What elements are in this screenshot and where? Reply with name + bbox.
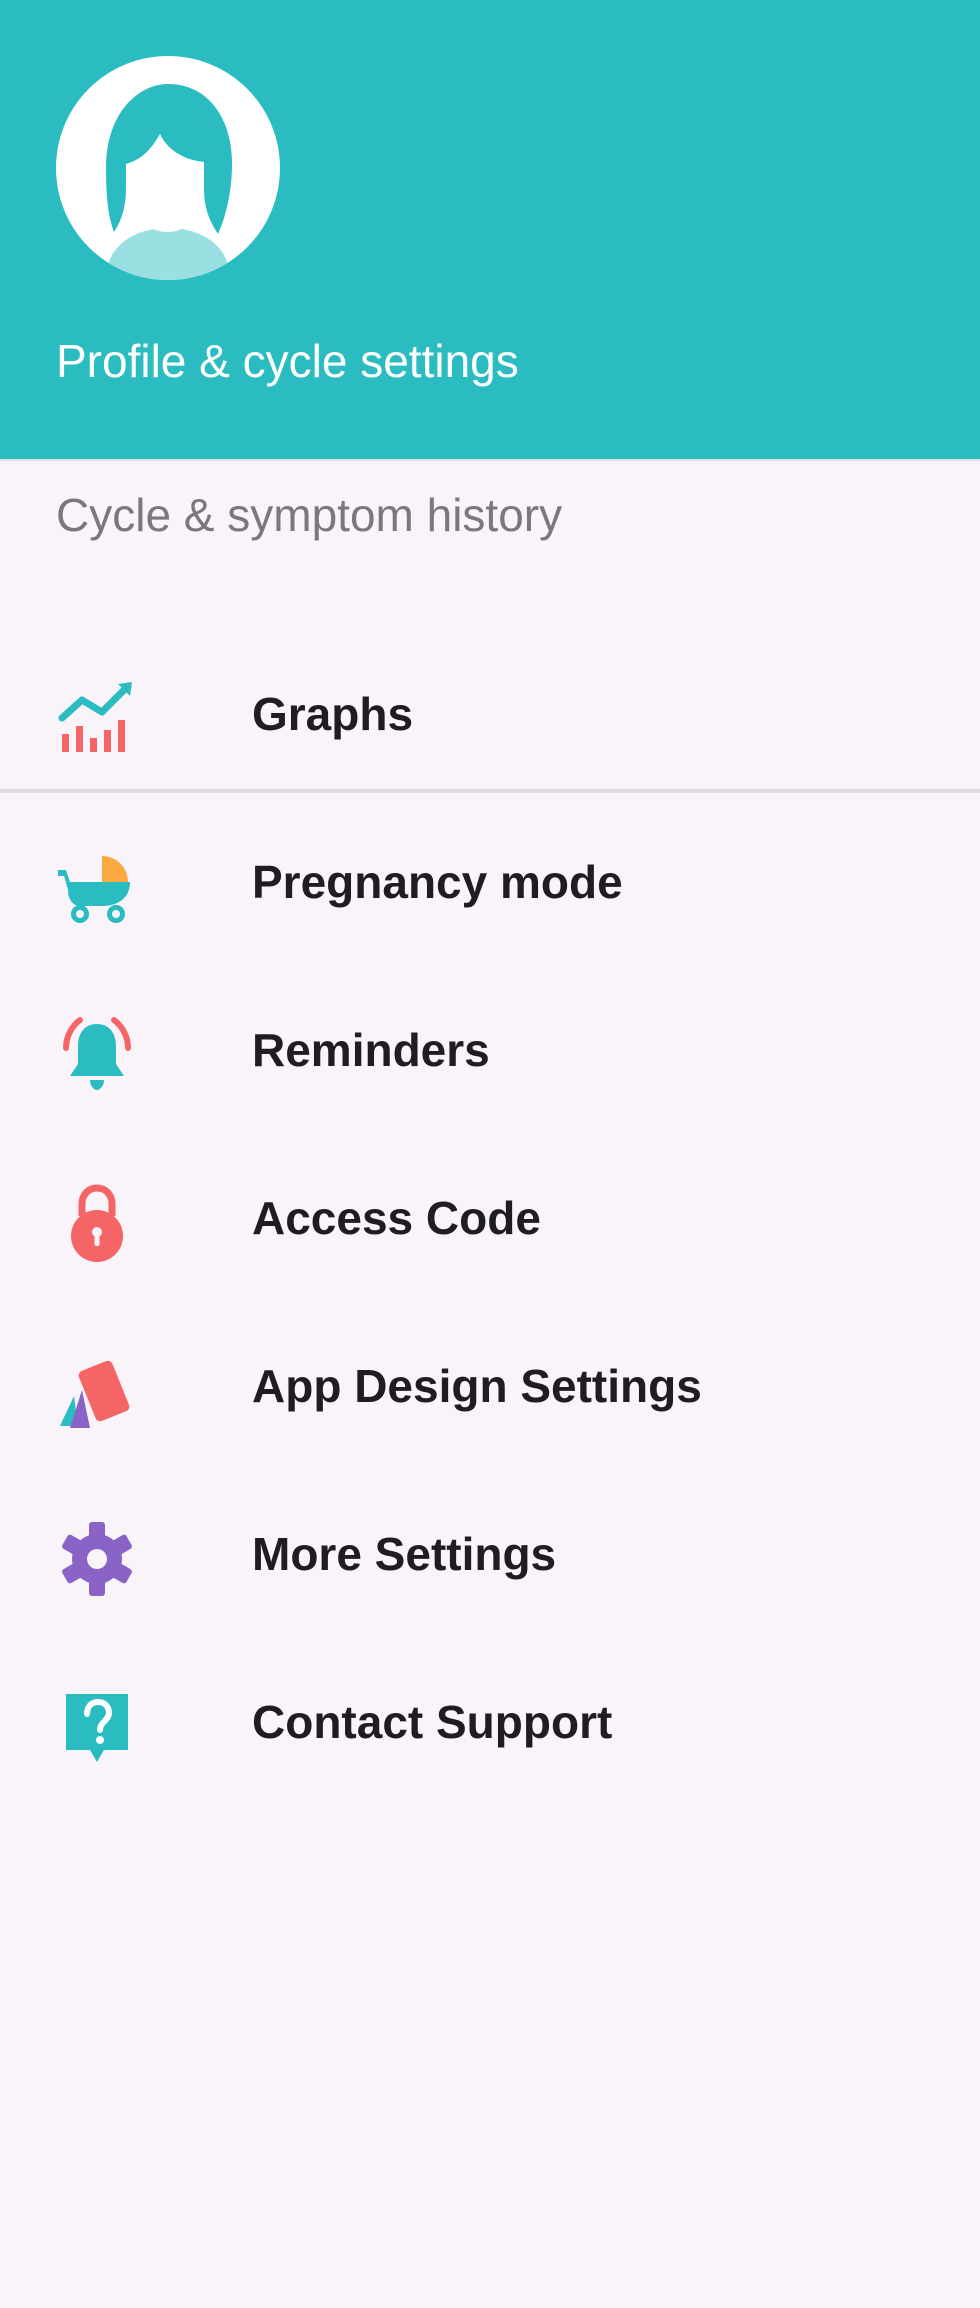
menu-item-contact-support[interactable]: Contact Support (0, 1636, 980, 1804)
bell-icon (56, 1014, 138, 1096)
stroller-icon (56, 846, 138, 928)
profile-settings-title[interactable]: Profile & cycle settings (56, 338, 519, 384)
header-shadow (0, 459, 980, 462)
help-icon (56, 1686, 138, 1768)
access-code-label: Access Code (252, 1192, 541, 1244)
lock-icon (56, 1182, 138, 1264)
menu-item-access-code[interactable]: Access Code (0, 1132, 980, 1300)
profile-header[interactable]: Profile & cycle settings (0, 0, 980, 459)
menu-item-pregnancy-mode[interactable]: Pregnancy mode (0, 796, 980, 964)
menu-item-reminders[interactable]: Reminders (0, 964, 980, 1132)
app-design-settings-label: App Design Settings (252, 1360, 702, 1412)
more-settings-label: More Settings (252, 1528, 557, 1580)
palette-cards-icon (56, 1350, 138, 1432)
contact-support-label: Contact Support (252, 1696, 613, 1748)
menu-item-more-settings[interactable]: More Settings (0, 1468, 980, 1636)
menu-item-graphs[interactable]: Graphs (0, 628, 980, 796)
graphs-icon (56, 678, 138, 760)
menu-item-app-design-settings[interactable]: App Design Settings (0, 1300, 980, 1468)
cycle-history-title[interactable]: Cycle & symptom history (56, 492, 562, 538)
gear-icon (56, 1518, 138, 1600)
reminders-label: Reminders (252, 1024, 490, 1076)
woman-avatar-icon[interactable] (56, 56, 280, 280)
graphs-label: Graphs (252, 688, 414, 740)
section-divider (0, 789, 980, 793)
pregnancy-mode-label: Pregnancy mode (252, 856, 623, 908)
